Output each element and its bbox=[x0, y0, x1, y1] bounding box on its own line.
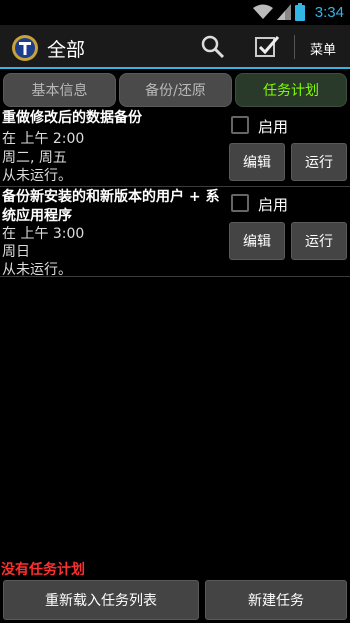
tab-bar: 基本信息 备份/还原 任务计划 bbox=[0, 71, 350, 109]
tab-basic-info[interactable]: 基本信息 bbox=[3, 73, 116, 107]
wifi-icon bbox=[252, 4, 273, 19]
no-schedule-message: 没有任务计划 bbox=[1, 562, 85, 578]
tab-backup-restore[interactable]: 备份/还原 bbox=[119, 73, 232, 107]
action-divider bbox=[294, 35, 295, 59]
edit-button[interactable]: 编辑 bbox=[229, 143, 285, 181]
app-logo-icon[interactable] bbox=[11, 34, 39, 62]
schedule-time: 在 上午 2:00 bbox=[2, 131, 85, 147]
enable-checkbox[interactable] bbox=[231, 194, 249, 212]
schedule-title: 备份新安装的和新版本的用户 + 系统应用程序 bbox=[2, 189, 220, 224]
schedule-days: 周二, 周五 bbox=[2, 150, 67, 166]
schedule-item: 重做修改后的数据备份 在 上午 2:00 周二, 周五 从未运行。 启用 编辑 … bbox=[0, 109, 350, 187]
select-all-icon[interactable] bbox=[253, 33, 281, 61]
schedule-title: 重做修改后的数据备份 bbox=[2, 110, 142, 126]
enable-label[interactable]: 启用 bbox=[258, 194, 288, 215]
run-button[interactable]: 运行 bbox=[291, 143, 347, 181]
tab-schedule[interactable]: 任务计划 bbox=[235, 73, 347, 107]
new-schedule-button[interactable]: 新建任务 bbox=[205, 580, 347, 620]
search-icon[interactable] bbox=[199, 33, 227, 61]
schedule-last-run: 从未运行。 bbox=[2, 262, 72, 278]
status-clock: 3:34 bbox=[314, 3, 344, 21]
app-title[interactable]: 全部 bbox=[47, 35, 85, 62]
battery-icon bbox=[294, 3, 305, 21]
edit-button[interactable]: 编辑 bbox=[229, 222, 285, 260]
schedule-last-run: 从未运行。 bbox=[2, 168, 72, 184]
schedule-days: 周日 bbox=[2, 244, 30, 260]
schedule-item: 备份新安装的和新版本的用户 + 系统应用程序 在 上午 3:00 周日 从未运行… bbox=[0, 188, 350, 278]
enable-checkbox[interactable] bbox=[231, 116, 249, 134]
status-bar: 3:34 bbox=[0, 0, 350, 25]
enable-label[interactable]: 启用 bbox=[258, 116, 288, 137]
signal-icon bbox=[276, 4, 291, 20]
menu-button[interactable]: 菜单 bbox=[303, 39, 343, 58]
reload-list-button[interactable]: 重新载入任务列表 bbox=[3, 580, 199, 620]
status-icons: 3:34 bbox=[252, 3, 344, 21]
schedule-time: 在 上午 3:00 bbox=[2, 226, 85, 242]
action-bar: 全部 菜单 bbox=[0, 25, 350, 69]
run-button[interactable]: 运行 bbox=[291, 222, 347, 260]
